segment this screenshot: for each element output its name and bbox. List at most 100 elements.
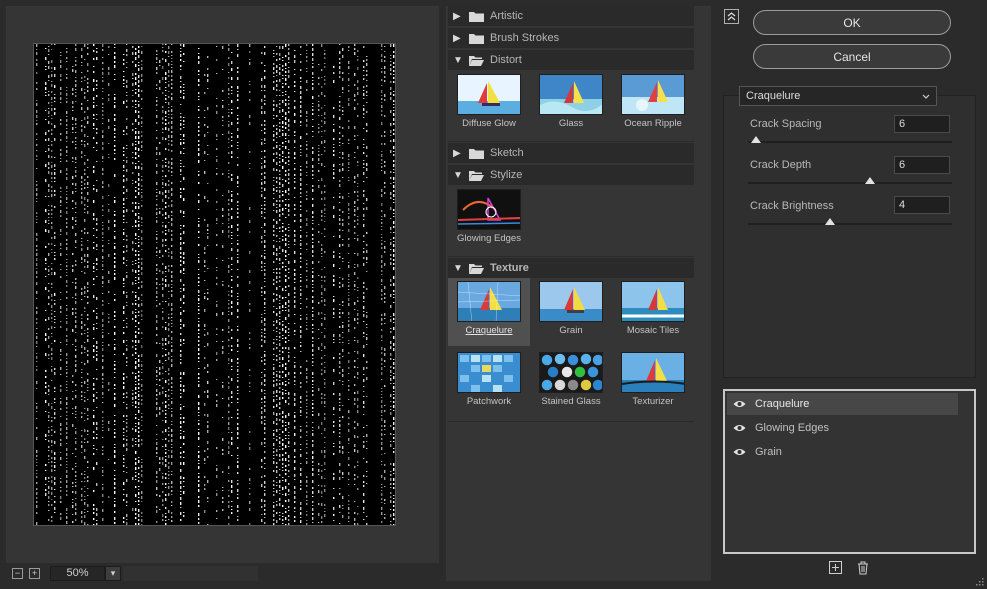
folder-open-icon (469, 55, 484, 66)
chevron-down-icon[interactable]: ▾ (105, 565, 121, 581)
thumbnail-image (539, 281, 603, 322)
preview-canvas[interactable] (33, 43, 396, 526)
thumbnail-image (539, 74, 603, 115)
category-label: Sketch (490, 147, 524, 159)
thumbnail-label: Glowing Edges (457, 233, 521, 244)
filter-select-value: Craquelure (746, 90, 801, 102)
thumbnail-image (457, 74, 521, 115)
thumbnail-label: Patchwork (466, 396, 512, 407)
thumbnail-label: Glass (558, 118, 584, 129)
collapse-arrow-icon: ▼ (453, 54, 463, 66)
filter-thumb-glass[interactable]: Glass (530, 71, 612, 139)
chevron-down-icon (922, 94, 930, 99)
filter-gallery: ▶ Artistic ▶ Brush Strokes ▼ Distort Dif… (446, 6, 711, 581)
param-label-crack-depth: Crack Depth (750, 159, 812, 171)
thumbnail-label: Stained Glass (541, 396, 601, 407)
thumbnail-label: Grain (559, 325, 583, 336)
filter-thumb-grain[interactable]: Grain (530, 278, 612, 346)
filter-thumb-craquelure[interactable]: Craquelure (448, 278, 530, 346)
cancel-button[interactable]: Cancel (753, 44, 951, 69)
thumbnail-image (539, 352, 603, 393)
filter-thumb-ocean-ripple[interactable]: Ocean Ripple (612, 71, 694, 139)
folder-icon (469, 11, 484, 22)
filter-thumb-glowing-edges[interactable]: Glowing Edges (448, 186, 530, 254)
category-distort[interactable]: ▼ Distort (448, 50, 694, 70)
thumbnail-image (621, 352, 685, 393)
ok-button[interactable]: OK (753, 10, 951, 35)
eye-icon[interactable] (727, 424, 751, 432)
collapse-arrow-icon: ▼ (453, 262, 463, 274)
param-label-crack-brightness: Crack Brightness (750, 200, 834, 212)
divider (448, 256, 694, 257)
effect-layer-name: Glowing Edges (755, 422, 829, 434)
effect-layer-name: Grain (755, 446, 782, 458)
expand-arrow-icon: ▶ (453, 147, 461, 159)
category-label: Brush Strokes (490, 32, 560, 44)
folder-open-icon (469, 263, 484, 274)
collapse-gallery-button[interactable] (724, 9, 739, 24)
thumbnail-image (457, 189, 521, 230)
layer-actions (828, 560, 870, 575)
slider-thumb[interactable] (751, 136, 762, 143)
thumbnail-label: Craquelure (465, 325, 513, 336)
thumbnail-label: Mosaic Tiles (626, 325, 680, 336)
folder-open-icon (469, 170, 484, 181)
preview-image (36, 44, 395, 525)
new-effect-layer-button[interactable] (828, 560, 843, 575)
eye-icon[interactable] (727, 448, 751, 456)
double-chevron-up-icon (727, 12, 736, 21)
effect-layer-row[interactable]: Craquelure (727, 393, 958, 415)
category-artistic[interactable]: ▶ Artistic (448, 6, 694, 26)
category-label: Artistic (490, 10, 523, 22)
category-texture[interactable]: ▼ Texture (448, 258, 694, 278)
divider (448, 141, 694, 142)
zoom-level-field[interactable]: 50% (50, 565, 105, 581)
zoom-bar: − + 50% ▾ (6, 563, 439, 583)
filter-thumb-mosaic-tiles[interactable]: Mosaic Tiles (612, 278, 694, 346)
crack-brightness-field[interactable]: 4 (894, 196, 950, 214)
effect-layer-name: Craquelure (755, 398, 810, 410)
filter-thumb-stained-glass[interactable]: Stained Glass (530, 349, 612, 417)
zoom-out-button[interactable]: − (12, 567, 23, 579)
expand-arrow-icon: ▶ (453, 32, 461, 44)
delete-effect-layer-button[interactable] (855, 560, 870, 575)
effect-layers-panel: Craquelure Glowing Edges Grain (723, 389, 976, 554)
effect-layer-row[interactable]: Grain (727, 441, 958, 463)
filter-thumb-patchwork[interactable]: Patchwork (448, 349, 530, 417)
eye-icon[interactable] (727, 400, 751, 408)
filter-thumb-diffuse-glow[interactable]: Diffuse Glow (448, 71, 530, 139)
crack-brightness-slider[interactable] (748, 218, 952, 225)
crack-depth-field[interactable]: 6 (894, 156, 950, 174)
thumbnail-image (621, 74, 685, 115)
category-brush-strokes[interactable]: ▶ Brush Strokes (448, 28, 694, 48)
horizontal-scrollbar[interactable] (123, 565, 258, 581)
thumbnail-image (457, 281, 521, 322)
expand-arrow-icon: ▶ (453, 10, 461, 22)
divider (448, 421, 694, 422)
slider-thumb[interactable] (865, 177, 876, 184)
thumbnail-image (457, 352, 521, 393)
category-label: Stylize (490, 169, 523, 181)
crack-depth-slider[interactable] (748, 177, 952, 184)
filter-select[interactable]: Craquelure (739, 86, 937, 106)
zoom-in-button[interactable]: + (29, 567, 40, 579)
filter-thumb-texturizer[interactable]: Texturizer (612, 349, 694, 417)
trash-icon (857, 561, 868, 574)
folder-icon (469, 148, 484, 159)
preview-pane (6, 6, 439, 563)
category-label: Distort (490, 54, 522, 66)
category-label: Texture (490, 262, 529, 274)
thumbnail-label: Diffuse Glow (462, 118, 516, 129)
thumbnail-label: Texturizer (632, 396, 674, 407)
effect-layer-row[interactable]: Glowing Edges (727, 417, 958, 439)
crack-spacing-slider[interactable] (748, 136, 952, 143)
add-layer-icon (829, 561, 842, 574)
collapse-arrow-icon: ▼ (453, 169, 463, 181)
resize-grip-icon[interactable] (976, 578, 984, 586)
thumbnail-image (621, 281, 685, 322)
slider-thumb[interactable] (824, 218, 835, 225)
category-stylize[interactable]: ▼ Stylize (448, 165, 694, 185)
category-sketch[interactable]: ▶ Sketch (448, 143, 694, 163)
crack-spacing-field[interactable]: 6 (894, 115, 950, 133)
folder-icon (469, 33, 484, 44)
